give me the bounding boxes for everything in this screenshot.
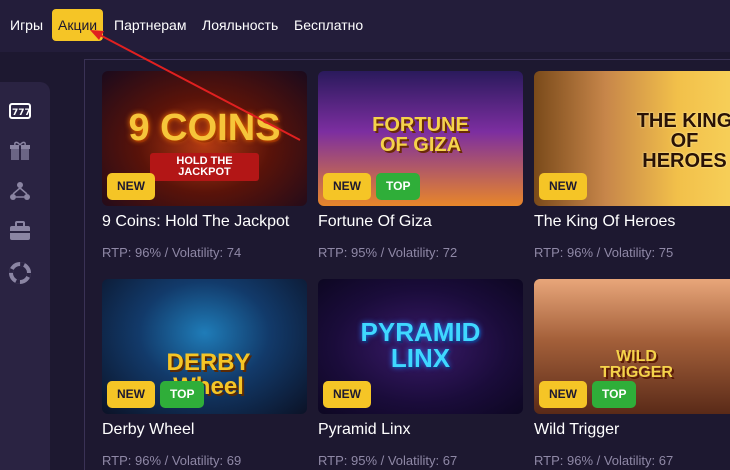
game-stats: RTP: 96% / Volatility: 69 (102, 453, 242, 468)
game-stats: RTP: 96% / Volatility: 75 (534, 245, 674, 260)
game-thumbnail[interactable]: WILD TRIGGER NEW TOP (534, 279, 730, 414)
gift-icon[interactable] (9, 140, 31, 162)
game-logo-text: 9 COINS (128, 107, 281, 149)
game-card[interactable]: THE KING OF HEROES NEW The King Of Heroe… (534, 71, 730, 260)
top-badge: TOP (376, 173, 421, 200)
game-thumbnail[interactable]: THE KING OF HEROES NEW (534, 71, 730, 206)
badge-group: NEW TOP (539, 381, 637, 408)
nav-item-promotions[interactable]: Акции (52, 9, 104, 41)
game-logo-text: PYRAMID LINX (360, 317, 481, 373)
top-nav: Игры Акции Партнерам Лояльность Бесплатн… (0, 0, 730, 52)
game-card[interactable]: DERBY Wheel NEW TOP Derby Wheel RTP: 96%… (102, 279, 307, 468)
content-divider-left (84, 59, 85, 470)
game-card[interactable]: PYRAMID LINX NEW Pyramid Linx RTP: 95% /… (318, 279, 523, 468)
game-title[interactable]: Pyramid Linx (318, 421, 523, 439)
game-card[interactable]: WILD TRIGGER NEW TOP Wild Trigger RTP: 9… (534, 279, 730, 468)
briefcase-icon[interactable] (9, 220, 31, 242)
slot-machine-icon[interactable]: 777 (9, 100, 31, 122)
new-badge: NEW (323, 381, 371, 408)
game-stats: RTP: 96% / Volatility: 74 (102, 245, 242, 260)
content-divider (84, 59, 730, 60)
game-thumbnail[interactable]: DERBY Wheel NEW TOP (102, 279, 307, 414)
game-title[interactable]: Fortune Of Giza (318, 213, 523, 231)
game-title[interactable]: 9 Coins: Hold The Jackpot (102, 213, 307, 231)
game-stats: RTP: 95% / Volatility: 72 (318, 245, 458, 260)
badge-group: NEW (539, 173, 587, 200)
game-thumbnail[interactable]: 9 COINS HOLD THE JACKPOT NEW (102, 71, 307, 206)
lifebuoy-icon[interactable] (9, 262, 31, 284)
badge-group: NEW (323, 381, 371, 408)
nav-item-games[interactable]: Игры (4, 9, 49, 41)
game-thumbnail[interactable]: PYRAMID LINX NEW (318, 279, 523, 414)
game-logo-subtext: HOLD THE JACKPOT (150, 153, 259, 181)
top-badge: TOP (592, 381, 637, 408)
top-badge: TOP (160, 381, 205, 408)
game-logo-text: WILD TRIGGER (600, 348, 673, 381)
game-card[interactable]: 9 COINS HOLD THE JACKPOT NEW 9 Coins: Ho… (102, 71, 307, 260)
nav-item-loyalty[interactable]: Лояльность (196, 9, 284, 41)
game-stats: RTP: 95% / Volatility: 67 (318, 453, 458, 468)
new-badge: NEW (539, 381, 587, 408)
badge-group: NEW (107, 173, 155, 200)
sidebar: 777 (0, 82, 50, 470)
nav-item-partners[interactable]: Партнерам (108, 9, 192, 41)
game-card[interactable]: FORTUNE OF GIZA NEW TOP Fortune Of Giza … (318, 71, 523, 260)
tournament-icon[interactable] (9, 180, 31, 202)
new-badge: NEW (323, 173, 371, 200)
game-stats: RTP: 96% / Volatility: 67 (534, 453, 674, 468)
game-title[interactable]: The King Of Heroes (534, 213, 730, 231)
game-title[interactable]: Derby Wheel (102, 421, 307, 439)
new-badge: NEW (107, 381, 155, 408)
nav-item-free[interactable]: Бесплатно (288, 9, 369, 41)
svg-text:777: 777 (12, 108, 31, 118)
new-badge: NEW (539, 173, 587, 200)
game-thumbnail[interactable]: FORTUNE OF GIZA NEW TOP (318, 71, 523, 206)
game-logo-text: FORTUNE OF GIZA (372, 114, 469, 156)
new-badge: NEW (107, 173, 155, 200)
badge-group: NEW TOP (323, 173, 421, 200)
game-title[interactable]: Wild Trigger (534, 421, 730, 439)
game-logo-text: THE KING OF HEROES (636, 110, 730, 172)
badge-group: NEW TOP (107, 381, 205, 408)
